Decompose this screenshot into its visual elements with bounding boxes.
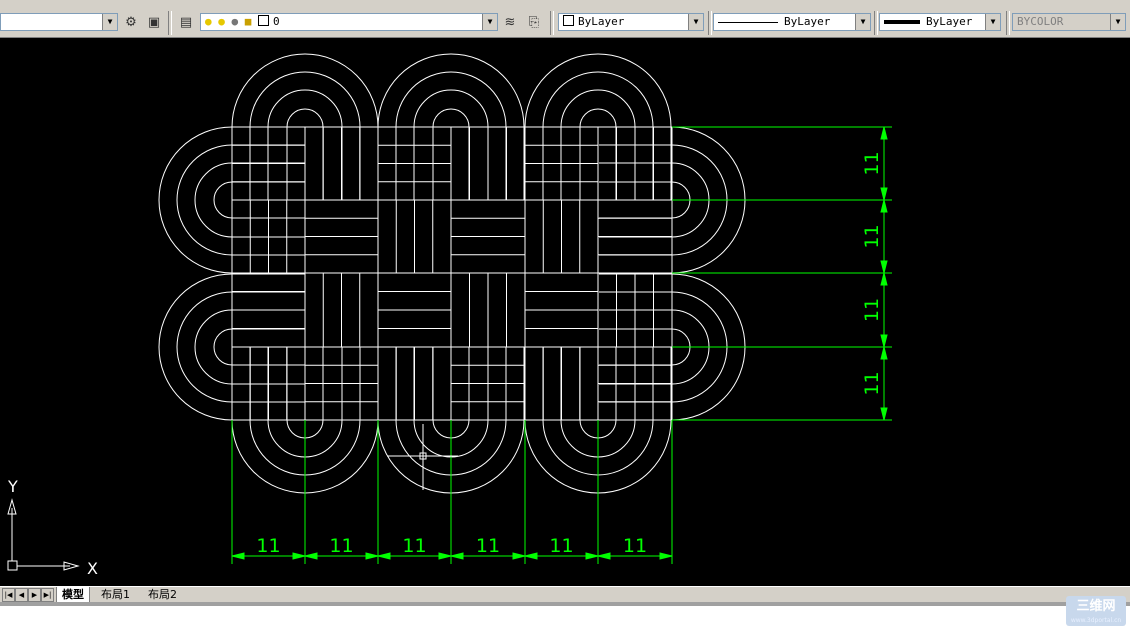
separator xyxy=(874,11,878,35)
separator xyxy=(708,11,712,35)
status-area xyxy=(0,606,1130,630)
arrowhead xyxy=(585,552,599,560)
watermark-title: 三维网 xyxy=(1076,599,1116,614)
loop-arc-top xyxy=(286,108,324,128)
arrowhead xyxy=(292,552,306,560)
watermark-url: www.3dportal.cn xyxy=(1070,617,1122,624)
plotstyle-value: BYCOLOR xyxy=(1017,15,1064,28)
lock-icon[interactable]: ■ xyxy=(245,15,252,28)
layout-tab-bar: |◀ ◀ ▶ ▶| 模型 布局1 布局2 xyxy=(0,586,1130,603)
loop-arc-top xyxy=(579,108,617,128)
dimension-label: 11 xyxy=(329,535,353,557)
layer-color-swatch xyxy=(258,15,269,26)
watermark-logo: 三维网 www.3dportal.cn xyxy=(1066,596,1126,626)
linetype-value: ByLayer xyxy=(784,15,831,28)
arrowhead xyxy=(365,552,379,560)
knot-geometry xyxy=(158,53,746,494)
gear-icon[interactable]: ⚙ xyxy=(123,15,139,31)
dimension-label: 11 xyxy=(861,151,883,175)
arrowhead xyxy=(512,552,526,560)
arrowhead xyxy=(880,346,888,360)
linetype-preview xyxy=(718,21,778,23)
last-tab-icon[interactable]: ▶| xyxy=(41,588,54,602)
bulb-icon[interactable]: ● xyxy=(205,15,212,28)
dimension-label: 11 xyxy=(256,535,280,557)
loop-arc-left xyxy=(176,144,233,256)
ucs-icon: Y X xyxy=(7,477,98,578)
arrowhead xyxy=(377,552,391,560)
make-current-icon[interactable]: ⎘ xyxy=(526,15,542,31)
arrowhead xyxy=(880,260,888,274)
linetype-combo[interactable]: ByLayer ▼ xyxy=(713,13,871,31)
prev-tab-icon[interactable]: ◀ xyxy=(15,588,28,602)
workspace-save-icon[interactable]: ▣ xyxy=(146,15,162,31)
arrowhead xyxy=(304,552,318,560)
separator xyxy=(550,11,554,35)
dimension-label: 11 xyxy=(861,371,883,395)
chevron-down-icon[interactable]: ▼ xyxy=(985,14,1000,30)
dimension-label: 11 xyxy=(861,224,883,248)
dimension-label: 11 xyxy=(549,535,573,557)
color-value: ByLayer xyxy=(578,15,625,28)
arrowhead xyxy=(231,552,245,560)
arrowhead xyxy=(450,552,464,560)
properties-toolbar: ▼ ⚙ ▣ ▤ ● ● ● ■ 0 ▼ ≋ ⎘ ByLayer ▼ ByLaye… xyxy=(0,7,1130,38)
loop-arc-left xyxy=(213,181,233,219)
first-tab-icon[interactable]: |◀ xyxy=(2,588,15,602)
chevron-down-icon[interactable]: ▼ xyxy=(855,14,870,30)
chevron-down-icon[interactable]: ▼ xyxy=(688,14,703,30)
lineweight-combo[interactable]: ByLayer ▼ xyxy=(879,13,1001,31)
layer-manager-icon[interactable]: ▤ xyxy=(178,15,194,31)
arrowhead xyxy=(880,407,888,421)
tab-model[interactable]: 模型 xyxy=(56,587,90,603)
dimensions xyxy=(231,126,892,564)
separator xyxy=(168,11,172,35)
loop-arc-left xyxy=(176,291,233,403)
arrowhead xyxy=(880,272,888,286)
arrowhead xyxy=(880,187,888,201)
layer-previous-icon[interactable]: ≋ xyxy=(502,15,518,31)
dimension-label: 11 xyxy=(402,535,426,557)
ucs-y-label: Y xyxy=(7,477,18,496)
chevron-down-icon[interactable]: ▼ xyxy=(482,14,497,30)
color-swatch xyxy=(563,15,574,26)
next-tab-icon[interactable]: ▶ xyxy=(28,588,41,602)
ucs-x-label: X xyxy=(87,559,98,578)
layer-combo[interactable]: ● ● ● ■ 0 ▼ xyxy=(200,13,498,31)
dimension-labels: 11 11 11 11 11 11 11 11 11 11 xyxy=(256,151,883,557)
chevron-down-icon[interactable]: ▼ xyxy=(102,14,117,30)
arrowhead xyxy=(597,552,611,560)
drawing-canvas[interactable]: 11 11 11 11 11 11 11 11 11 11 Y X xyxy=(0,38,1130,586)
layer-name: 0 xyxy=(273,15,280,28)
dimension-label: 11 xyxy=(623,535,647,557)
color-combo[interactable]: ByLayer ▼ xyxy=(558,13,704,31)
arrowhead xyxy=(880,199,888,213)
lineweight-preview xyxy=(884,20,920,24)
loop-arc-top xyxy=(432,108,470,128)
freeze-icon[interactable]: ● xyxy=(232,15,239,28)
arrowhead xyxy=(880,334,888,348)
plotstyle-combo[interactable]: BYCOLOR ▼ xyxy=(1012,13,1126,31)
loop-arc-top xyxy=(249,71,361,128)
sun-icon[interactable]: ● xyxy=(218,15,225,28)
lineweight-value: ByLayer xyxy=(926,15,973,28)
tab-layout2[interactable]: 布局2 xyxy=(143,587,182,602)
chevron-down-icon[interactable]: ▼ xyxy=(1110,14,1125,30)
arrowhead xyxy=(880,126,888,140)
loop-arc-top xyxy=(542,71,654,128)
loop-arc-top xyxy=(231,53,379,128)
dimension-label: 11 xyxy=(476,535,500,557)
workspace-combo[interactable]: ▼ xyxy=(0,13,118,31)
arrowhead xyxy=(659,552,673,560)
arrowhead xyxy=(524,552,538,560)
dimension-label: 11 xyxy=(861,298,883,322)
tab-layout1[interactable]: 布局1 xyxy=(96,587,135,602)
separator xyxy=(1006,11,1010,35)
arrowhead xyxy=(438,552,452,560)
loop-arc-left xyxy=(213,328,233,366)
loop-arc-top xyxy=(395,71,507,128)
